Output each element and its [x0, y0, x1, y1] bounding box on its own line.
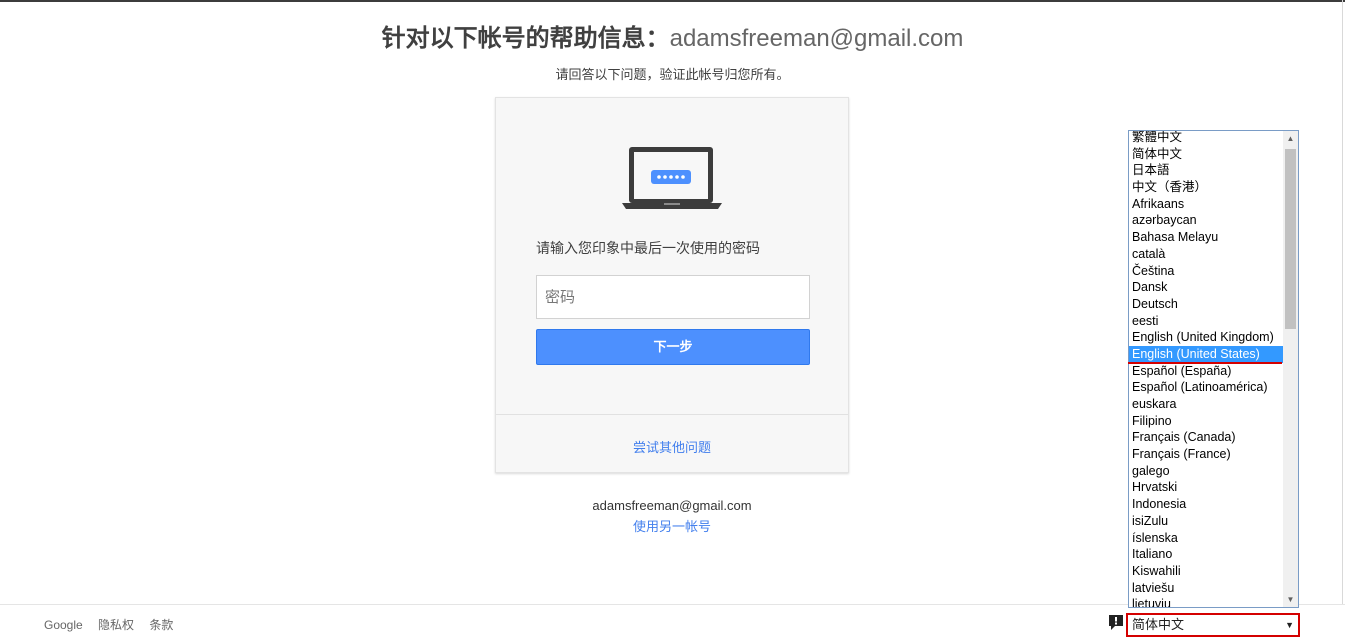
language-select[interactable]: 简体中文 ▼ — [1126, 613, 1300, 637]
footer-link-google[interactable]: Google — [44, 618, 83, 632]
language-option[interactable]: azərbaycan — [1129, 212, 1283, 229]
language-option[interactable]: íslenska — [1129, 530, 1283, 547]
language-option[interactable]: Bahasa Melayu — [1129, 229, 1283, 246]
language-option[interactable]: Dansk — [1129, 279, 1283, 296]
language-option[interactable]: isiZulu — [1129, 513, 1283, 530]
next-button[interactable]: 下一步 — [536, 329, 810, 365]
card-divider — [496, 414, 848, 415]
feedback-icon[interactable] — [1108, 614, 1124, 632]
language-option[interactable]: galego — [1129, 463, 1283, 480]
verification-card: 请输入您印象中最后一次使用的密码 下一步 尝试其他问题 — [495, 97, 849, 473]
password-input[interactable] — [536, 275, 810, 319]
language-option[interactable]: Čeština — [1129, 263, 1283, 280]
dropdown-arrow-icon: ▼ — [1285, 620, 1294, 630]
language-options: 繁體中文 简体中文 日本語 中文（香港） Afrikaans azərbaycan Baha… — [1129, 131, 1283, 607]
account-email: adamsfreeman@gmail.com — [592, 498, 752, 513]
language-option[interactable]: latviešu — [1129, 580, 1283, 597]
language-option[interactable]: Filipino — [1129, 413, 1283, 430]
right-border — [1342, 0, 1343, 604]
language-option[interactable]: Indonesia — [1129, 496, 1283, 513]
language-select-value: 简体中文 — [1132, 617, 1185, 632]
language-option[interactable]: lietuvių — [1129, 596, 1283, 607]
password-prompt: 请输入您印象中最后一次使用的密码 — [536, 240, 760, 256]
language-option[interactable]: euskara — [1129, 396, 1283, 413]
language-option[interactable]: català — [1129, 246, 1283, 263]
language-option[interactable]: Français (Canada) — [1129, 429, 1283, 446]
scroll-up-arrow-icon[interactable]: ▲ — [1283, 131, 1298, 146]
footer-link-terms[interactable]: 条款 — [149, 618, 173, 632]
highlight-annotation-underline — [1128, 362, 1282, 364]
use-other-account-link[interactable]: 使用另一帐号 — [495, 516, 849, 535]
page-title: 针对以下帐号的帮助信息：adamsfreeman@gmail.com — [0, 18, 1345, 53]
language-option[interactable]: eesti — [1129, 313, 1283, 330]
language-option[interactable]: Deutsch — [1129, 296, 1283, 313]
language-option[interactable]: Español (España) — [1129, 363, 1283, 380]
scroll-down-arrow-icon[interactable]: ▼ — [1283, 592, 1298, 607]
language-option[interactable]: Français (France) — [1129, 446, 1283, 463]
footer-link-privacy[interactable]: 隐私权 — [98, 618, 134, 632]
language-list-scrollbar[interactable]: ▲ ▼ — [1283, 131, 1298, 607]
top-border — [0, 0, 1345, 2]
language-option[interactable]: Hrvatski — [1129, 479, 1283, 496]
language-option[interactable]: English (United Kingdom) — [1129, 329, 1283, 346]
language-option[interactable]: Español (Latinoamérica) — [1129, 379, 1283, 396]
laptop-password-icon — [622, 147, 722, 209]
page-title-label: 针对以下帐号的帮助信息： — [381, 25, 670, 52]
language-option[interactable]: 繁體中文 — [1129, 131, 1283, 146]
language-option[interactable]: 简体中文 — [1129, 146, 1283, 163]
language-option[interactable]: Afrikaans — [1129, 196, 1283, 213]
page-subtitle: 请回答以下问题，验证此帐号归您所有。 — [555, 67, 790, 82]
language-option[interactable]: Kiswahili — [1129, 563, 1283, 580]
try-other-question-link[interactable]: 尝试其他问题 — [496, 437, 848, 456]
language-dropdown-list[interactable]: 繁體中文 简体中文 日本語 中文（香港） Afrikaans azərbaycan Baha… — [1128, 130, 1299, 608]
language-option[interactable]: 日本語 — [1129, 162, 1283, 179]
language-option[interactable]: Italiano — [1129, 546, 1283, 563]
language-option[interactable]: 中文（香港） — [1129, 179, 1283, 196]
footer-links: Google 隐私权 条款 — [44, 616, 185, 633]
page-title-email: adamsfreeman@gmail.com — [669, 25, 964, 52]
scrollbar-thumb[interactable] — [1285, 149, 1296, 329]
language-option[interactable]: English (United States) — [1129, 345, 1283, 363]
